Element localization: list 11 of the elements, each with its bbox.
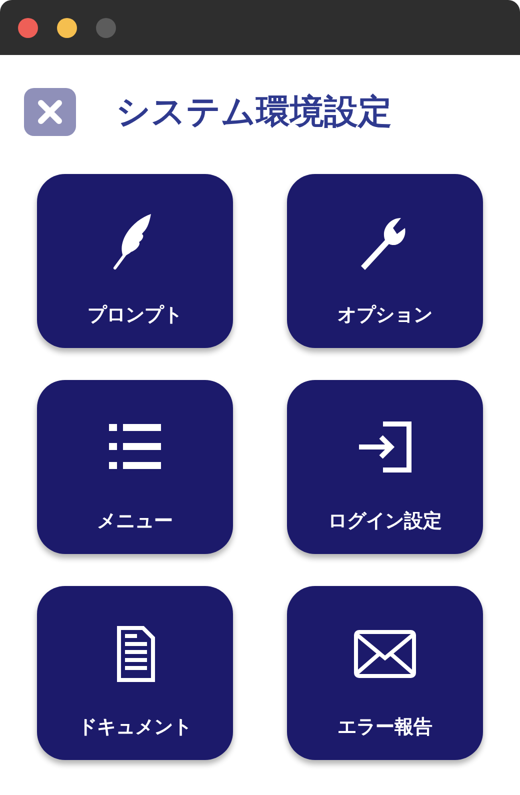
settings-tile[interactable]: ドキュメント <box>37 586 233 760</box>
page-title: システム環境設定 <box>116 91 392 134</box>
close-icon <box>24 88 76 136</box>
settings-tile[interactable]: エラー報告 <box>287 586 483 760</box>
minimize-window-button[interactable] <box>57 18 77 38</box>
settings-tile[interactable]: オプション <box>287 174 483 348</box>
settings-tile[interactable]: メニュー <box>37 380 233 554</box>
close-button[interactable] <box>24 88 76 136</box>
settings-tile[interactable]: プロンプト <box>37 174 233 348</box>
settings-tile[interactable]: ログイン設定 <box>287 380 483 554</box>
close-window-button[interactable] <box>18 18 38 38</box>
